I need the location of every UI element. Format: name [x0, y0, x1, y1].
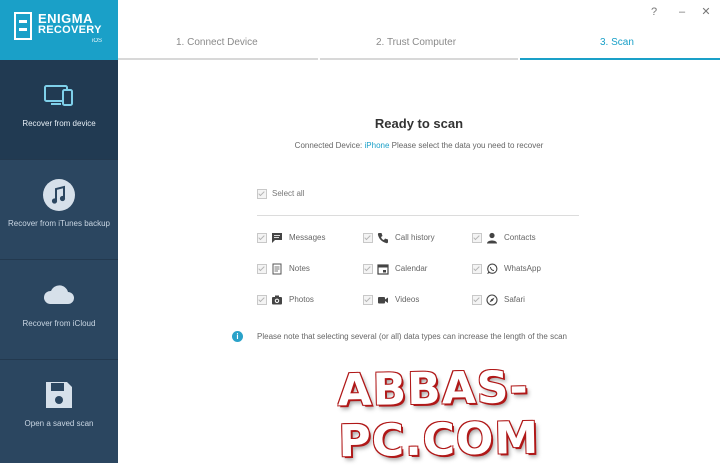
notes-checkbox[interactable] [257, 264, 267, 274]
connected-device-text: Connected Device: iPhone Please select t… [118, 141, 720, 150]
option-label: Call history [395, 233, 435, 242]
sidebar-item-recover-device[interactable]: Recover from device [0, 60, 118, 160]
app-logo: ENIGMA RECOVERY iOS [0, 0, 118, 60]
select-all-checkbox[interactable] [257, 189, 267, 199]
minimize-button[interactable]: – [674, 4, 690, 20]
device-icon [44, 85, 73, 106]
page-title: Ready to scan [374, 116, 464, 131]
safari-checkbox[interactable] [472, 295, 482, 305]
logo-text-line3: iOS [92, 38, 103, 44]
logo-mark-icon [14, 12, 32, 40]
help-button[interactable]: ? [646, 4, 662, 20]
logo-text-line2: RECOVERY [38, 24, 102, 36]
phone-icon [377, 233, 388, 244]
option-label: Notes [289, 264, 310, 273]
music-note-icon [43, 179, 75, 211]
calendar-checkbox[interactable] [363, 264, 373, 274]
contact-icon [487, 232, 497, 244]
option-label: Messages [289, 233, 326, 242]
photos-checkbox[interactable] [257, 295, 267, 305]
sidebar-item-label: Open a saved scan [24, 419, 94, 428]
notes-icon [272, 263, 282, 275]
sidebar-item-label: Recover from device [22, 119, 96, 128]
sidebar-item-label: Recover from iCloud [22, 319, 96, 328]
call-history-checkbox[interactable] [363, 233, 373, 243]
subtitle-suffix: Please select the data you need to recov… [391, 141, 544, 150]
whatsapp-icon [487, 263, 498, 274]
steps-bar: 1. Connect Device 2. Trust Computer 3. S… [118, 0, 720, 60]
sidebar: ENIGMA RECOVERY iOS Recover from device … [0, 0, 118, 463]
option-label: Contacts [504, 233, 536, 242]
info-icon: i [232, 331, 243, 342]
step-scan: 3. Scan [600, 37, 634, 48]
option-label: Videos [395, 295, 420, 304]
messages-checkbox[interactable] [257, 233, 267, 243]
message-icon [272, 233, 282, 243]
scan-length-note: Please note that selecting several (or a… [257, 332, 567, 341]
camera-icon [272, 295, 282, 305]
calendar-icon [377, 264, 389, 275]
videos-checkbox[interactable] [363, 295, 373, 305]
step-connect-device: 1. Connect Device [176, 37, 258, 48]
sidebar-item-label: Recover from iTunes backup [8, 219, 110, 228]
option-label: WhatsApp [504, 264, 541, 273]
save-disk-icon [46, 382, 72, 408]
option-label: Safari [504, 295, 525, 304]
option-label: Photos [289, 295, 314, 304]
subtitle-prefix: Connected Device: [294, 141, 363, 150]
whatsapp-checkbox[interactable] [472, 264, 482, 274]
close-button[interactable]: ✕ [698, 4, 714, 20]
option-label: Calendar [395, 264, 428, 273]
device-name: iPhone [364, 141, 390, 150]
cloud-icon [43, 285, 74, 304]
sidebar-item-saved-scan[interactable]: Open a saved scan [0, 360, 118, 463]
watermark: ABBAS-PC.COM [337, 362, 540, 467]
video-icon [378, 297, 388, 304]
step-trust-computer: 2. Trust Computer [376, 37, 457, 48]
sidebar-item-icloud[interactable]: Recover from iCloud [0, 260, 118, 360]
sidebar-item-itunes-backup[interactable]: Recover from iTunes backup [0, 160, 118, 260]
divider [257, 215, 579, 216]
select-all-label: Select all [272, 189, 305, 198]
contacts-checkbox[interactable] [472, 233, 482, 243]
safari-icon [486, 294, 498, 306]
